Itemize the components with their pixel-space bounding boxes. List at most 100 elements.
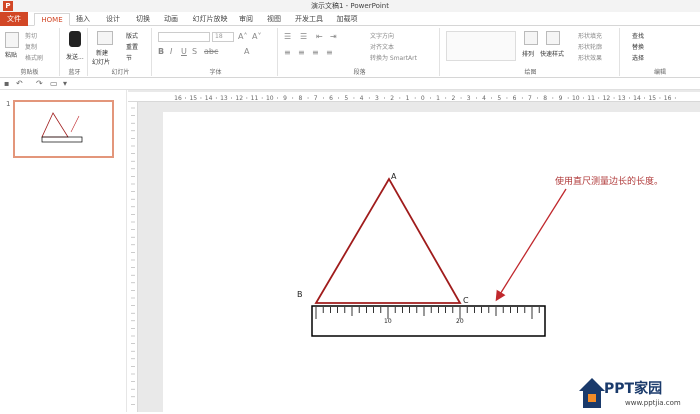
tab-slideshow[interactable]: 幻灯片放映 [190, 13, 230, 26]
hruler-label: 3 [375, 95, 379, 102]
arrange-icon[interactable] [524, 31, 538, 45]
slide-thumbnail-preview [41, 112, 83, 143]
shapes-gallery[interactable] [446, 31, 516, 61]
bluetooth-icon[interactable] [69, 31, 81, 47]
cut-button[interactable]: 剪切 [25, 31, 37, 40]
paste-icon[interactable] [5, 32, 19, 48]
font-color-icon[interactable]: A [244, 47, 249, 56]
section-button[interactable]: 节 [126, 53, 132, 62]
increase-indent-icon[interactable]: ⇥ [330, 32, 337, 41]
tab-insert[interactable]: 插入 [72, 13, 94, 26]
text-direction-button[interactable]: 文字方向 [370, 31, 394, 40]
reset-button[interactable]: 重置 [126, 42, 138, 51]
justify-icon[interactable]: ≡ [326, 48, 333, 57]
grow-font-icon[interactable]: A˄ [238, 32, 247, 41]
editing-group: 查找 替换 选择 编辑 [622, 28, 698, 76]
slides-group: 新建 幻灯片 版式 重置 节 幻灯片 [90, 28, 152, 76]
bold-icon[interactable]: B [158, 47, 164, 56]
hruler-label: 2 [390, 95, 394, 102]
hruler-label: 0 [421, 95, 425, 102]
align-right-icon[interactable]: ≡ [312, 48, 319, 57]
hruler-label: 12 [235, 95, 243, 102]
align-center-icon[interactable]: ≡ [298, 48, 305, 57]
underline-icon[interactable]: U [181, 47, 187, 56]
tab-home[interactable]: HOME [34, 13, 70, 26]
editing-group-label: 编辑 [653, 69, 666, 76]
drawing-group-label: 绘图 [524, 69, 537, 76]
start-slideshow-icon[interactable]: ▭ [50, 79, 58, 88]
tab-developer[interactable]: 开发工具 [292, 13, 326, 26]
hruler-label: 4 [482, 95, 486, 102]
strikethrough-icon[interactable]: abc [204, 47, 218, 56]
shape-outline-button[interactable]: 形状轮廓 [578, 42, 602, 51]
tab-transitions[interactable]: 切换 [132, 13, 154, 26]
find-button[interactable]: 查找 [632, 31, 644, 40]
shape-effects-button[interactable]: 形状效果 [578, 53, 602, 62]
new-slide-icon[interactable] [97, 31, 113, 45]
align-text-button[interactable]: 对齐文本 [370, 42, 394, 51]
hruler-label: 9 [559, 95, 563, 102]
format-painter-button[interactable]: 格式刷 [25, 53, 43, 62]
slide-canvas[interactable] [163, 112, 700, 412]
hruler-label: 12 [603, 95, 611, 102]
paste-button[interactable]: 粘贴 [5, 50, 17, 59]
decrease-indent-icon[interactable]: ⇤ [316, 32, 323, 41]
bluetooth-group: 发送... 蓝牙 [62, 28, 88, 76]
layout-button[interactable]: 版式 [126, 31, 138, 40]
replace-button[interactable]: 替换 [632, 42, 644, 51]
undo-icon[interactable]: ↶ [16, 79, 23, 88]
tab-file[interactable]: 文件 [0, 12, 28, 26]
save-icon[interactable]: ▪ [4, 79, 9, 88]
tab-animations[interactable]: 动画 [160, 13, 182, 26]
tab-addins[interactable]: 加载项 [334, 13, 360, 26]
measurement-annotation-text[interactable]: 使用直尺测量边长的长度。 [555, 174, 663, 187]
hruler-label: 3 [467, 95, 471, 102]
quick-access-toolbar: ▪ ↶ ↷ ▭ ▾ [0, 78, 700, 90]
hruler-label: 6 [513, 95, 517, 102]
horizontal-ruler-scale: 16 15 14 13 12 11 10 9 8 7 6 5 4 3 2 1 0 1 2 3 4 5 6 7 8 9 10 11 12 1… [174, 95, 676, 102]
hruler-label: 16 [174, 95, 182, 102]
ruler-label-10: 10 [384, 318, 392, 325]
arrange-button[interactable]: 排列 [522, 49, 534, 58]
hruler-label: 2 [451, 95, 455, 102]
drawing-group: 排列 快速样式 形状填充 形状轮廓 形状效果 绘图 [442, 28, 620, 76]
quick-styles-button[interactable]: 快速样式 [540, 49, 564, 58]
bluetooth-group-label: 蓝牙 [68, 69, 81, 76]
hruler-label: 6 [329, 95, 333, 102]
vertex-a-label: A [391, 172, 397, 181]
font-group: 18 A˄ A˅ B I U S abc A 字体 [154, 28, 278, 76]
hruler-label: 15 [648, 95, 656, 102]
quick-styles-icon[interactable] [546, 31, 560, 45]
convert-smartart-button[interactable]: 转换为 SmartArt [370, 53, 417, 62]
customize-qat-icon[interactable]: ▾ [63, 79, 67, 88]
shadow-icon[interactable]: S [192, 47, 197, 56]
select-button[interactable]: 选择 [632, 53, 644, 62]
hruler-label: 8 [298, 95, 302, 102]
copy-button[interactable]: 复制 [25, 42, 37, 51]
shrink-font-icon[interactable]: A˅ [252, 32, 261, 41]
align-left-icon[interactable]: ≡ [284, 48, 291, 57]
new-slide-button-line2[interactable]: 幻灯片 [92, 57, 110, 66]
tab-view[interactable]: 视图 [264, 13, 284, 26]
hruler-label: 10 [266, 95, 274, 102]
window-title: 演示文稿1 - PowerPoint [311, 2, 389, 10]
new-slide-button[interactable]: 新建 [96, 48, 108, 57]
shape-fill-button[interactable]: 形状填充 [578, 31, 602, 40]
slide-thumbnail[interactable] [13, 100, 114, 158]
hruler-label: 1 [406, 95, 410, 102]
font-group-label: 字体 [209, 69, 222, 76]
clipboard-group: 粘贴 剪切 复制 格式刷 剪贴板 [0, 28, 60, 76]
vertex-c-label: C [463, 296, 469, 305]
paragraph-group-label: 段落 [353, 69, 366, 76]
watermark-url: www.pptjia.com [625, 399, 681, 407]
font-size-field[interactable]: 18 [212, 32, 234, 42]
hruler-label: 13 [618, 95, 626, 102]
numbering-icon[interactable]: ☰ [300, 32, 307, 41]
redo-icon[interactable]: ↷ [36, 79, 43, 88]
italic-icon[interactable]: I [170, 47, 172, 56]
font-name-field[interactable] [158, 32, 210, 42]
bluetooth-send-button[interactable]: 发送... [66, 52, 84, 61]
tab-review[interactable]: 审阅 [236, 13, 256, 26]
tab-design[interactable]: 设计 [102, 13, 124, 26]
bullets-icon[interactable]: ☰ [284, 32, 291, 41]
